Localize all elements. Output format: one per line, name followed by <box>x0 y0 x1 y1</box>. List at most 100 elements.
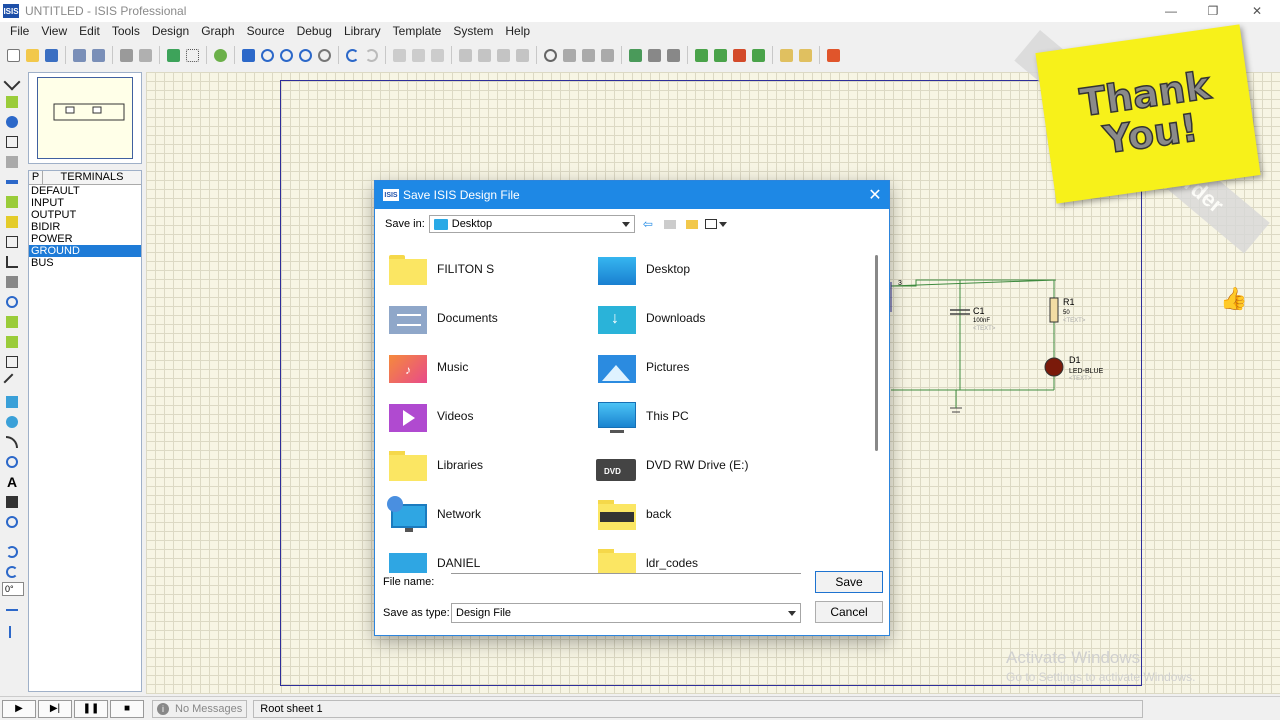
file-item-network[interactable]: Network <box>387 492 587 536</box>
add-sheet-icon[interactable] <box>711 46 729 64</box>
exit-to-parent-icon[interactable] <box>749 46 767 64</box>
menu-help[interactable]: Help <box>499 24 536 38</box>
save-button[interactable]: Save <box>815 571 883 593</box>
tape-recorder-icon[interactable] <box>2 272 22 292</box>
copy-icon[interactable] <box>409 46 427 64</box>
file-item-desktop[interactable]: Desktop <box>596 247 796 291</box>
menu-tools[interactable]: Tools <box>106 24 146 38</box>
file-item-back[interactable]: back <box>596 492 796 536</box>
terminal-default[interactable]: DEFAULT <box>29 185 141 197</box>
print-area-icon[interactable] <box>136 46 154 64</box>
overview-window[interactable] <box>28 72 142 164</box>
menu-library[interactable]: Library <box>338 24 387 38</box>
rotate-anticlockwise-icon[interactable] <box>2 562 22 582</box>
open-file-icon[interactable] <box>23 46 41 64</box>
menu-view[interactable]: View <box>35 24 73 38</box>
view-menu-icon[interactable] <box>704 215 731 233</box>
mirror-vertical-icon[interactable] <box>2 622 22 642</box>
block-copy-icon[interactable] <box>456 46 474 64</box>
menu-graph[interactable]: Graph <box>195 24 240 38</box>
current-probe-icon[interactable] <box>2 332 22 352</box>
new-folder-icon[interactable] <box>683 215 701 233</box>
search-tag-icon[interactable] <box>645 46 663 64</box>
export-icon[interactable] <box>89 46 107 64</box>
wire-label-icon[interactable] <box>2 132 22 152</box>
file-name-input[interactable] <box>451 573 801 593</box>
redo-icon[interactable] <box>362 46 380 64</box>
text-script-icon[interactable] <box>2 152 22 172</box>
menu-file[interactable]: File <box>4 24 35 38</box>
voltage-probe-icon[interactable] <box>2 312 22 332</box>
device-pins-icon[interactable] <box>2 232 22 252</box>
block-delete-icon[interactable] <box>513 46 531 64</box>
undo-icon[interactable] <box>343 46 361 64</box>
zoom-in-icon[interactable] <box>258 46 276 64</box>
circle-tool-icon[interactable] <box>2 412 22 432</box>
menu-design[interactable]: Design <box>146 24 195 38</box>
save-as-type-dropdown[interactable]: Design File <box>451 603 801 623</box>
file-item-music[interactable]: ♪ Music <box>387 345 587 389</box>
terminal-ground[interactable]: GROUND <box>29 245 141 257</box>
ares-netlist-icon[interactable] <box>824 46 842 64</box>
package-tool-icon[interactable] <box>579 46 597 64</box>
zoom-out-icon[interactable] <box>277 46 295 64</box>
menu-edit[interactable]: Edit <box>73 24 106 38</box>
block-move-icon[interactable] <box>475 46 493 64</box>
decompose-icon[interactable] <box>598 46 616 64</box>
message-area[interactable]: i No Messages <box>152 699 248 718</box>
virtual-instruments-icon[interactable] <box>2 352 22 372</box>
terminal-bidir[interactable]: BIDIR <box>29 221 141 233</box>
origin-icon[interactable] <box>211 46 229 64</box>
print-icon[interactable] <box>117 46 135 64</box>
file-list-scrollbar[interactable] <box>875 255 878 451</box>
path-tool-icon[interactable] <box>2 452 22 472</box>
close-button[interactable]: ✕ <box>1234 0 1280 22</box>
line-tool-icon[interactable] <box>2 372 22 392</box>
file-item-videos[interactable]: Videos <box>387 394 587 438</box>
terminal-power[interactable]: POWER <box>29 233 141 245</box>
menu-debug[interactable]: Debug <box>291 24 338 38</box>
marker-tool-icon[interactable] <box>2 512 22 532</box>
pick-device-icon[interactable] <box>541 46 559 64</box>
file-item-ldr-codes[interactable]: ldr_codes <box>596 541 796 573</box>
save-file-icon[interactable] <box>42 46 60 64</box>
graph-mode-icon[interactable] <box>2 252 22 272</box>
file-item-daniel[interactable]: DANIEL <box>387 541 587 573</box>
new-file-icon[interactable] <box>4 46 22 64</box>
mirror-horizontal-icon[interactable] <box>2 602 22 622</box>
pick-button[interactable]: P <box>29 171 43 184</box>
arc-tool-icon[interactable] <box>2 432 22 452</box>
generator-icon[interactable] <box>2 292 22 312</box>
paste-icon[interactable] <box>428 46 446 64</box>
file-item-pictures[interactable]: Pictures <box>596 345 796 389</box>
back-arrow-icon[interactable]: ⇦ <box>639 215 657 233</box>
import-icon[interactable] <box>70 46 88 64</box>
buses-icon[interactable] <box>2 172 22 192</box>
box-tool-icon[interactable] <box>2 392 22 412</box>
rotate-clockwise-icon[interactable] <box>2 542 22 562</box>
terminal-bus[interactable]: BUS <box>29 257 141 269</box>
component-mode-icon[interactable] <box>2 92 22 112</box>
save-in-dropdown[interactable]: Desktop <box>428 215 635 233</box>
bill-of-materials-icon[interactable] <box>777 46 795 64</box>
menu-source[interactable]: Source <box>241 24 291 38</box>
grid-icon[interactable] <box>183 46 201 64</box>
up-folder-icon[interactable] <box>661 215 679 233</box>
symbol-tool-icon[interactable] <box>2 492 22 512</box>
terminals-mode-icon[interactable] <box>2 212 22 232</box>
terminal-input[interactable]: INPUT <box>29 197 141 209</box>
terminal-output[interactable]: OUTPUT <box>29 209 141 221</box>
junction-dot-icon[interactable] <box>2 112 22 132</box>
stop-button[interactable]: ■ <box>110 699 144 718</box>
file-item-downloads[interactable]: ↓ Downloads <box>596 296 796 340</box>
zoom-area-icon[interactable] <box>315 46 333 64</box>
file-item-dvd-drive[interactable]: DVD DVD RW Drive (E:) <box>596 443 796 487</box>
zoom-all-icon[interactable] <box>296 46 314 64</box>
file-item-libraries[interactable]: Libraries <box>387 443 587 487</box>
wire-autorouter-icon[interactable] <box>626 46 644 64</box>
menu-system[interactable]: System <box>447 24 499 38</box>
text-tool-icon[interactable]: A <box>2 472 22 492</box>
file-item-documents[interactable]: Documents <box>387 296 587 340</box>
rotation-angle-field[interactable]: 0° <box>2 582 24 596</box>
file-item-this-pc[interactable]: This PC <box>596 394 796 438</box>
